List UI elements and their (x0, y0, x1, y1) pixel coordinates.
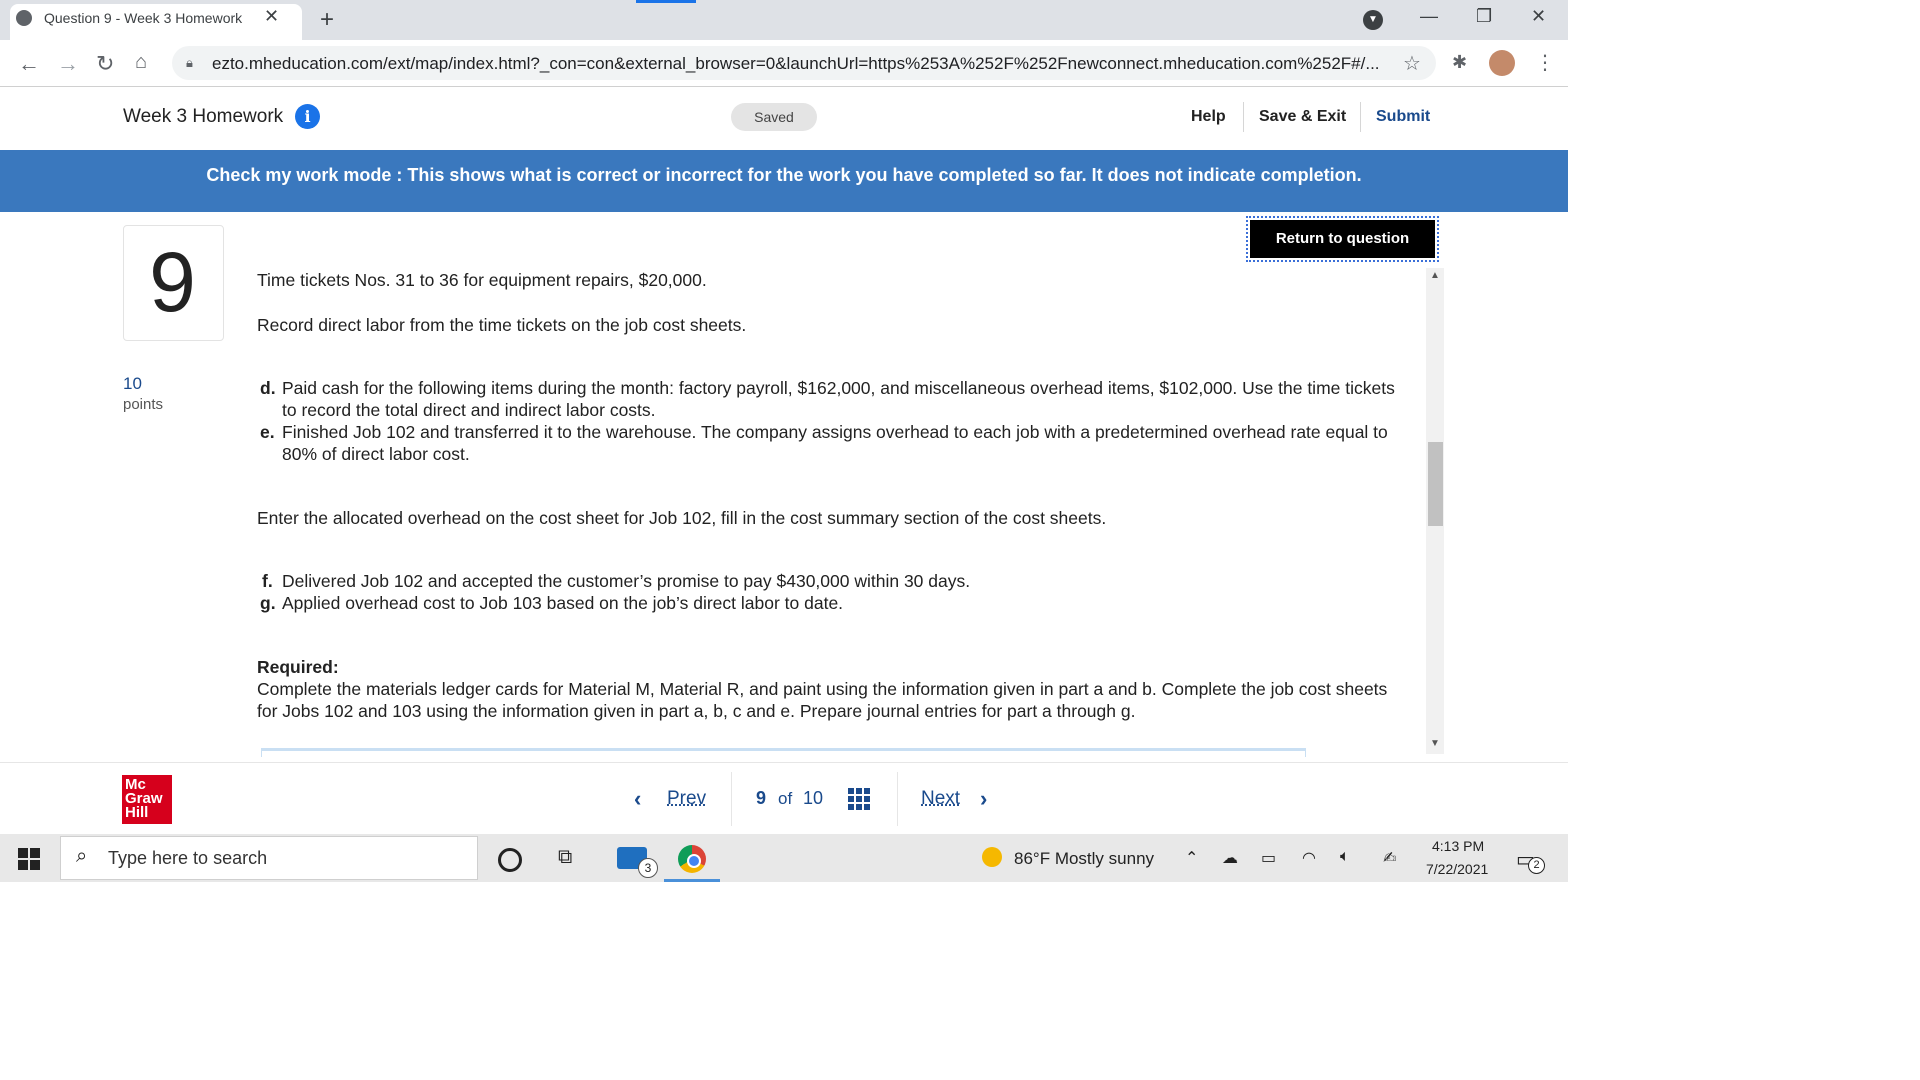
item-letter: f. (262, 571, 273, 591)
points-value: 10 (123, 374, 142, 393)
weather-icon[interactable] (982, 847, 1002, 867)
mcgraw-hill-logo: Mc Graw Hill (122, 775, 172, 824)
scroll-down-icon[interactable]: ▼ (1430, 738, 1440, 749)
question-text-line: Time tickets Nos. 31 to 36 for equipment… (257, 270, 707, 290)
taskbar-search-placeholder[interactable]: Type here to search (108, 848, 267, 869)
return-to-question-button[interactable]: Return to question (1246, 216, 1439, 262)
header-divider (1243, 102, 1244, 132)
header-divider (1360, 102, 1361, 132)
submit-link[interactable]: Submit (1376, 108, 1430, 126)
reload-icon[interactable]: ↻ (96, 51, 114, 77)
item-text: Applied overhead cost to Job 103 based o… (282, 593, 844, 613)
question-number: 9 (149, 235, 196, 329)
clock-date[interactable]: 7/22/2021 (1426, 861, 1488, 877)
check-my-work-banner: Check my work mode : This shows what is … (0, 150, 1568, 212)
tab-title: Question 9 - Week 3 Homework (44, 10, 243, 26)
mail-badge: 3 (638, 858, 658, 878)
globe-icon (16, 10, 32, 26)
volume-icon[interactable]: 🔈︎ (1340, 848, 1350, 866)
list-item: e. Finished Job 102 and transferred it to… (260, 421, 1410, 465)
tab-search-icon[interactable]: ▼ (1363, 10, 1383, 30)
cortana-icon[interactable] (498, 848, 522, 872)
extensions-icon[interactable]: ✱ (1452, 52, 1467, 73)
restore-icon[interactable]: ❐ (1476, 6, 1492, 27)
wifi-icon[interactable]: ◠ (1302, 848, 1316, 868)
next-button[interactable]: Next (921, 788, 960, 810)
question-grid-icon[interactable] (848, 788, 870, 810)
minimize-icon[interactable]: — (1420, 6, 1438, 27)
notification-badge: 2 (1528, 857, 1545, 874)
chrome-icon-center (687, 854, 701, 868)
required-heading: Required: (257, 657, 339, 677)
task-view-icon[interactable]: ⧉ (558, 846, 572, 869)
pen-icon[interactable]: ✍ (1383, 848, 1396, 868)
browser-menu-icon[interactable]: ⋮ (1535, 50, 1555, 75)
scrollbar-thumb[interactable] (1428, 442, 1443, 526)
tray-overflow-icon[interactable]: ⌃ (1185, 848, 1198, 868)
info-icon[interactable]: i (295, 104, 320, 129)
weather-text[interactable]: 86°F Mostly sunny (1014, 849, 1154, 869)
prev-button[interactable]: Prev (667, 788, 706, 810)
new-tab-icon[interactable]: + (320, 6, 334, 34)
chevron-right-icon[interactable]: › (980, 786, 987, 812)
current-page: 9 (756, 788, 767, 808)
help-link[interactable]: Help (1191, 108, 1226, 126)
forward-icon[interactable]: → (57, 51, 79, 77)
answer-panel (261, 748, 1306, 757)
close-window-icon[interactable]: ✕ (1531, 6, 1546, 27)
scroll-up-icon[interactable]: ▲ (1430, 270, 1440, 281)
profile-avatar[interactable] (1489, 50, 1515, 76)
close-tab-icon[interactable]: ✕ (264, 6, 279, 27)
footer-divider (0, 762, 1568, 763)
item-letter: g. (260, 593, 276, 613)
item-letter: d. (260, 378, 276, 398)
item-letter: e. (260, 422, 275, 442)
item-text: Finished Job 102 and transferred it to t… (282, 422, 1388, 464)
saved-status-badge: Saved (731, 103, 817, 131)
total-pages: 10 (803, 788, 824, 808)
active-app-indicator (664, 879, 720, 882)
footer-divider (731, 772, 732, 826)
bookmark-star-icon[interactable]: ☆ (1403, 51, 1421, 76)
question-text-line: Record direct labor from the time ticket… (257, 315, 747, 335)
list-item: d. Paid cash for the following items duri… (260, 377, 1410, 421)
lock-icon[interactable]: 🔒︎ (186, 55, 193, 71)
question-text-line: Enter the allocated overhead on the cost… (257, 508, 1107, 528)
assignment-title: Week 3 Homework (123, 106, 284, 127)
url-text[interactable]: ezto.mheducation.com/ext/map/index.html?… (212, 54, 1392, 74)
required-text: Complete the materials ledger cards for … (257, 679, 1388, 721)
page-load-progress (636, 0, 696, 3)
points-label: points (123, 396, 164, 413)
home-icon[interactable]: ⌂ (135, 51, 147, 74)
list-item: f. Delivered Job 102 and accepted the cus… (262, 570, 1412, 592)
back-icon[interactable]: ← (18, 51, 40, 77)
page-of-label: of (778, 789, 793, 808)
windows-start-icon[interactable] (18, 848, 40, 870)
clock-time[interactable]: 4:13 PM (1432, 838, 1484, 854)
list-item: g. Applied overhead cost to Job 103 based… (260, 592, 1410, 614)
save-exit-link[interactable]: Save & Exit (1259, 108, 1346, 126)
battery-icon[interactable]: ▭ (1261, 848, 1276, 868)
onedrive-icon[interactable]: ☁ (1222, 848, 1238, 868)
item-text: Paid cash for the following items during… (282, 378, 1395, 420)
footer-divider (897, 772, 898, 826)
search-icon: ⌕ (76, 845, 88, 867)
item-text: Delivered Job 102 and accepted the custo… (282, 571, 971, 591)
chevron-left-icon[interactable]: ‹ (634, 786, 641, 812)
